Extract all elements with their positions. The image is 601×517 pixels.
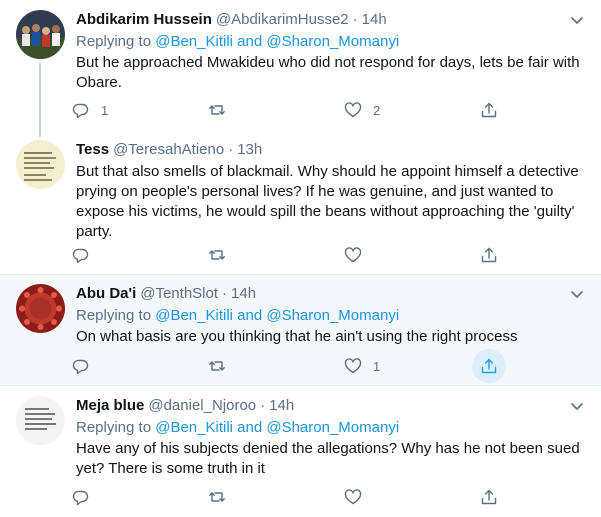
handle[interactable]: @daniel_Njoroo: [148, 396, 256, 416]
tweet-text: But he approached Mwakideu who did not r…: [76, 54, 580, 91]
retweet-button[interactable]: [200, 238, 234, 272]
replying-to: Replying to @Ben_Kitili and @Sharon_Moma…: [76, 306, 585, 326]
display-name[interactable]: Abu Da'i: [76, 284, 136, 304]
action-bar: 1 2: [64, 93, 534, 127]
retweet-icon: [200, 238, 234, 272]
mention-link[interactable]: @Ben_Kitili: [155, 307, 233, 324]
replying-to-label: Replying to: [76, 307, 152, 324]
retweet-icon: [200, 349, 234, 383]
chevron-down-icon[interactable]: [569, 286, 585, 302]
replying-to: Replying to @Ben_Kitili and @Sharon_Moma…: [76, 418, 585, 438]
tweet-header: Tess @TeresahAtieno · 13h: [76, 140, 585, 160]
tweet-header: Abu Da'i @TenthSlot · 14h: [76, 284, 585, 304]
retweet-icon: [200, 480, 234, 514]
share-button[interactable]: [472, 93, 506, 127]
retweet-button[interactable]: [200, 349, 234, 383]
share-button[interactable]: [472, 349, 506, 383]
share-icon: [472, 93, 506, 127]
share-icon: [472, 349, 506, 383]
retweet-icon: [200, 93, 234, 127]
tweet[interactable]: Abu Da'i @TenthSlot · 14h Replying to @B…: [0, 275, 601, 386]
heart-icon: [336, 93, 370, 127]
thread-connector: [39, 130, 41, 137]
reply-count: 1: [101, 102, 109, 118]
handle[interactable]: @TenthSlot: [140, 284, 218, 304]
heart-icon: [336, 349, 370, 383]
like-count: 1: [373, 358, 381, 374]
reply-icon: [64, 349, 98, 383]
reply-icon: [64, 238, 98, 272]
tweet[interactable]: Tess @TeresahAtieno · 13h But that also …: [0, 130, 601, 275]
avatar[interactable]: [16, 284, 65, 333]
reply-button[interactable]: [64, 349, 98, 383]
retweet-button[interactable]: [200, 480, 234, 514]
share-icon: [472, 238, 506, 272]
and-link[interactable]: and: [237, 307, 262, 324]
tweet[interactable]: Abdikarim Hussein @AbdikarimHusse2 · 14h…: [0, 0, 601, 130]
handle[interactable]: @TeresahAtieno: [113, 140, 224, 160]
mention-link[interactable]: @Sharon_Momanyi: [266, 419, 399, 436]
separator: ·: [260, 397, 266, 414]
action-bar: [64, 238, 534, 272]
action-bar: [64, 480, 534, 514]
replying-to: Replying to @Ben_Kitili and @Sharon_Moma…: [76, 32, 585, 52]
timestamp[interactable]: 14h: [231, 284, 256, 304]
reply-icon: [64, 480, 98, 514]
reply-button[interactable]: [64, 480, 98, 514]
heart-icon: [336, 480, 370, 514]
replying-to-label: Replying to: [76, 33, 152, 50]
like-button[interactable]: 1: [336, 349, 380, 383]
tweet-content: Tess @TeresahAtieno · 13h But that also …: [76, 140, 585, 242]
reply-button[interactable]: 1: [64, 93, 108, 127]
display-name[interactable]: Tess: [76, 140, 109, 160]
like-count: 2: [373, 102, 381, 118]
tweet-content: Meja blue @daniel_Njoroo · 14h Replying …: [76, 396, 585, 479]
share-button[interactable]: [472, 480, 506, 514]
display-name[interactable]: Meja blue: [76, 396, 144, 416]
mention-link[interactable]: @Sharon_Momanyi: [266, 307, 399, 324]
separator: ·: [228, 141, 234, 158]
separator: ·: [352, 11, 358, 28]
avatar[interactable]: [16, 10, 65, 59]
heart-icon: [336, 238, 370, 272]
like-button[interactable]: [336, 480, 370, 514]
tweet-text: But that also smells of blackmail. Why s…: [76, 163, 579, 240]
tweet-header: Meja blue @daniel_Njoroo · 14h: [76, 396, 585, 416]
tweet[interactable]: Meja blue @daniel_Njoroo · 14h Replying …: [0, 386, 601, 517]
mention-link[interactable]: @Ben_Kitili: [155, 33, 233, 50]
share-button[interactable]: [472, 238, 506, 272]
like-button[interactable]: [336, 238, 370, 272]
chevron-down-icon[interactable]: [569, 12, 585, 28]
replying-to-label: Replying to: [76, 419, 152, 436]
mention-link[interactable]: @Ben_Kitili: [155, 419, 233, 436]
action-bar: 1: [64, 349, 534, 383]
mention-link[interactable]: @Sharon_Momanyi: [266, 33, 399, 50]
timestamp[interactable]: 14h: [269, 396, 294, 416]
tweet-text: On what basis are you thinking that he a…: [76, 328, 518, 345]
display-name[interactable]: Abdikarim Hussein: [76, 10, 212, 30]
reply-feed: Abdikarim Hussein @AbdikarimHusse2 · 14h…: [0, 0, 601, 517]
thread-connector: [39, 63, 41, 130]
reply-icon: [64, 93, 98, 127]
reply-button[interactable]: [64, 238, 98, 272]
and-link[interactable]: and: [237, 33, 262, 50]
avatar[interactable]: [16, 140, 65, 189]
tweet-text: Have any of his subjects denied the alle…: [76, 440, 580, 477]
tweet-content: Abdikarim Hussein @AbdikarimHusse2 · 14h…: [76, 10, 585, 93]
and-link[interactable]: and: [237, 419, 262, 436]
avatar[interactable]: [16, 396, 65, 445]
timestamp[interactable]: 14h: [362, 10, 387, 30]
tweet-header: Abdikarim Hussein @AbdikarimHusse2 · 14h: [76, 10, 585, 30]
like-button[interactable]: 2: [336, 93, 380, 127]
share-icon: [472, 480, 506, 514]
tweet-content: Abu Da'i @TenthSlot · 14h Replying to @B…: [76, 284, 585, 347]
chevron-down-icon[interactable]: [569, 398, 585, 414]
handle[interactable]: @AbdikarimHusse2: [216, 10, 349, 30]
separator: ·: [222, 285, 228, 302]
retweet-button[interactable]: [200, 93, 237, 127]
timestamp[interactable]: 13h: [237, 140, 262, 160]
